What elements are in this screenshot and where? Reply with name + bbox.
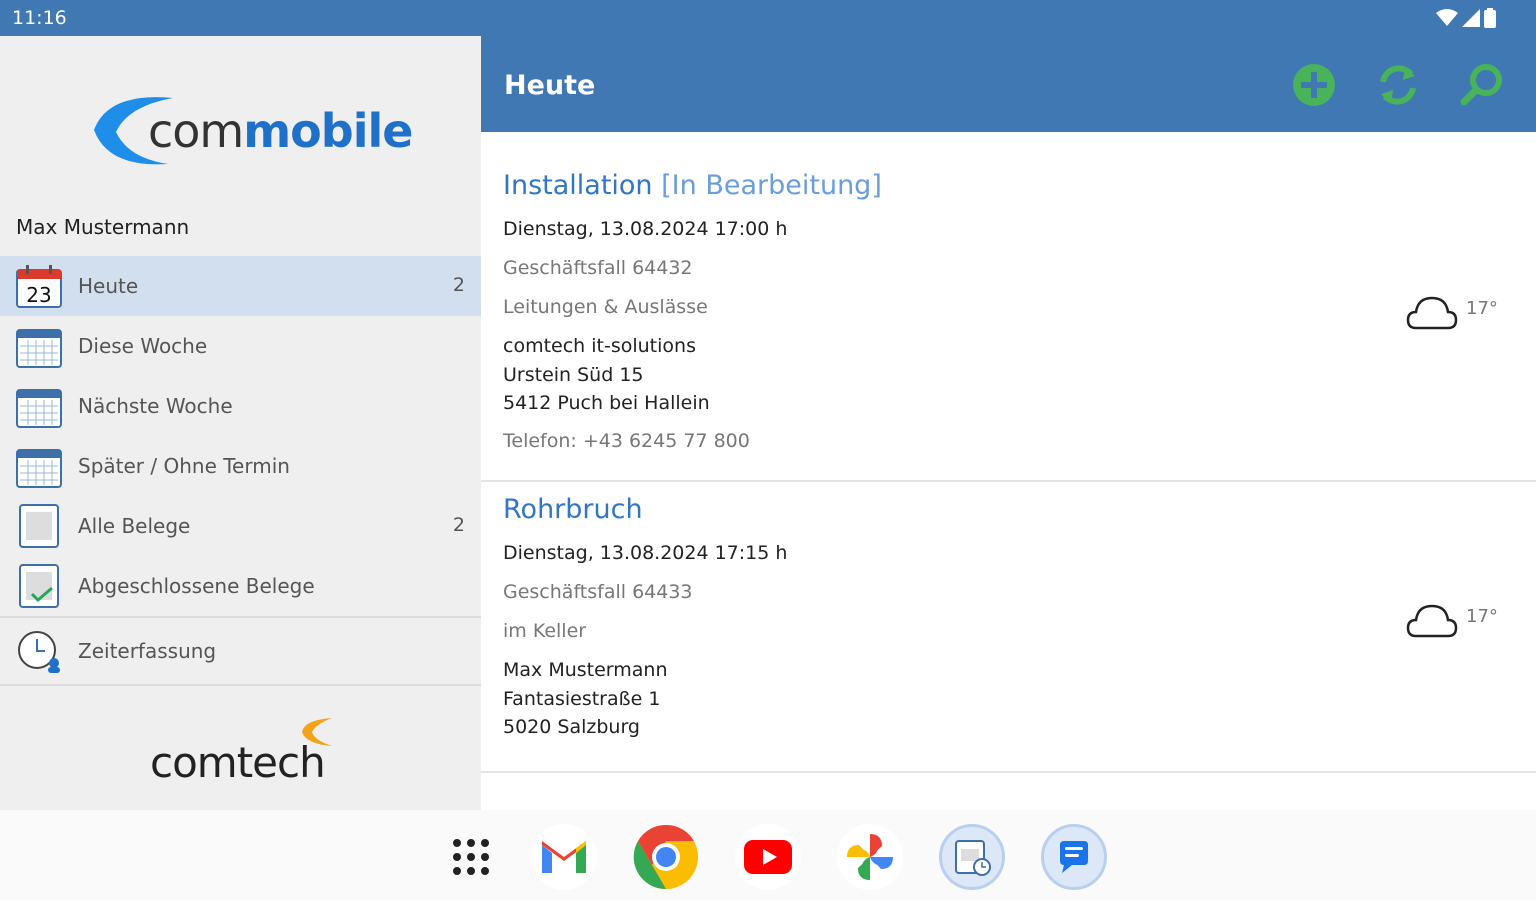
- weather-temperature: 17°: [1466, 606, 1498, 627]
- calendar-week-icon: [16, 389, 62, 428]
- app-bar: Heute: [481, 36, 1536, 132]
- commobile-logo: commobile: [88, 94, 413, 174]
- drawer-item-label: Diese Woche: [78, 334, 208, 358]
- drawer-item-label: Zeiterfassung: [78, 639, 217, 663]
- appointment-phone[interactable]: Telefon: +43 6245 77 800: [503, 430, 750, 452]
- comtech-logo: comtech: [150, 716, 350, 796]
- drawer-item-label: Später / Ohne Termin: [78, 454, 290, 478]
- appointment-card[interactable]: Rohrbruch Dienstag, 13.08.2024 17:15 h G…: [481, 482, 1536, 773]
- add-circle-icon[interactable]: [1291, 62, 1337, 108]
- drawer-item-label: Nächste Woche: [78, 394, 233, 418]
- calendar-week-icon: [16, 329, 62, 368]
- clock-user-icon: [18, 631, 60, 673]
- appointment-date: Dienstag, 13.08.2024 17:15 h: [503, 542, 788, 564]
- status-bar: 11:16: [0, 0, 1536, 36]
- appointment-title: Rohrbruch: [503, 494, 643, 525]
- appointment-company: Max Mustermann: [503, 659, 668, 681]
- user-name: Max Mustermann: [16, 215, 190, 239]
- comtech-logo-text: comtech: [150, 738, 326, 787]
- appointment-state: [In Bearbeitung]: [661, 170, 882, 201]
- drawer-item-alle-belege[interactable]: Alle Belege 2: [0, 496, 481, 556]
- chrome-icon[interactable]: [633, 824, 699, 890]
- status-icons: [1436, 8, 1496, 28]
- cloud-icon: [1406, 296, 1458, 330]
- appointment-title: Installation [In Bearbeitung]: [503, 170, 882, 201]
- appointment-date: Dienstag, 13.08.2024 17:00 h: [503, 218, 788, 240]
- drawer-item-count: 2: [452, 514, 465, 536]
- wifi-icon: [1436, 9, 1458, 26]
- weather-indicator: 17°: [1406, 600, 1506, 640]
- weather-temperature: 17°: [1466, 298, 1498, 319]
- signal-icon: [1462, 9, 1480, 27]
- sync-icon[interactable]: [1375, 62, 1421, 108]
- battery-icon: [1484, 8, 1496, 28]
- cloud-icon: [1406, 604, 1458, 638]
- appointment-company: comtech it-solutions: [503, 335, 696, 357]
- calendar-day-icon: 23: [16, 265, 62, 308]
- drawer-item-diese-woche[interactable]: Diese Woche: [0, 316, 481, 376]
- appointment-case: Geschäftsfall 64432: [503, 257, 693, 279]
- svg-text:23: 23: [26, 283, 51, 307]
- main-content: Heute Installation [In Bearbeitung] Dien…: [481, 36, 1536, 810]
- appointment-street: Fantasiestraße 1: [503, 688, 661, 710]
- logo-text-com: com: [148, 104, 244, 158]
- drawer-item-label: Abgeschlossene Belege: [78, 574, 315, 598]
- navigation-drawer: commobile Max Mustermann 23 Heute 2 Dies…: [0, 36, 481, 810]
- logo-text-mobile: mobile: [243, 104, 413, 158]
- drawer-item-naechste-woche[interactable]: Nächste Woche: [0, 376, 481, 436]
- search-icon[interactable]: [1459, 62, 1505, 108]
- drawer-item-label: Heute: [78, 274, 139, 298]
- appointment-card[interactable]: Installation [In Bearbeitung] Dienstag, …: [481, 132, 1536, 482]
- calendar-month-icon: [16, 449, 62, 488]
- weather-indicator: 17°: [1406, 292, 1506, 332]
- photos-icon[interactable]: [837, 824, 903, 890]
- drawer-item-zeiterfassung[interactable]: Zeiterfassung: [0, 618, 481, 684]
- drawer-item-spaeter[interactable]: Später / Ohne Termin: [0, 436, 481, 496]
- calendar-app-icon[interactable]: [939, 824, 1005, 890]
- appointment-city: 5412 Puch bei Hallein: [503, 392, 710, 414]
- youtube-icon[interactable]: [735, 824, 801, 890]
- document-icon: [19, 504, 59, 548]
- appointment-street: Urstein Süd 15: [503, 364, 644, 386]
- drawer-menu: 23 Heute 2 Diese Woche Nächste Woche Spä…: [0, 256, 481, 686]
- status-time: 11:16: [12, 7, 67, 29]
- apps-grid-icon[interactable]: [438, 824, 504, 890]
- document-check-icon: [19, 564, 59, 608]
- page-title: Heute: [504, 70, 596, 101]
- drawer-item-abgeschlossene-belege[interactable]: Abgeschlossene Belege: [0, 556, 481, 616]
- messages-icon[interactable]: [1041, 824, 1107, 890]
- drawer-item-count: 2: [452, 274, 465, 296]
- drawer-divider: [0, 684, 481, 686]
- appointment-city: 5020 Salzburg: [503, 716, 640, 738]
- drawer-item-label: Alle Belege: [78, 514, 191, 538]
- gmail-icon[interactable]: [531, 824, 597, 890]
- taskbar-dock: [0, 810, 1536, 900]
- appointment-description: im Keller: [503, 620, 587, 642]
- appointment-case: Geschäftsfall 64433: [503, 581, 693, 603]
- appointment-description: Leitungen & Auslässe: [503, 296, 708, 318]
- drawer-item-heute[interactable]: 23 Heute 2: [0, 256, 481, 316]
